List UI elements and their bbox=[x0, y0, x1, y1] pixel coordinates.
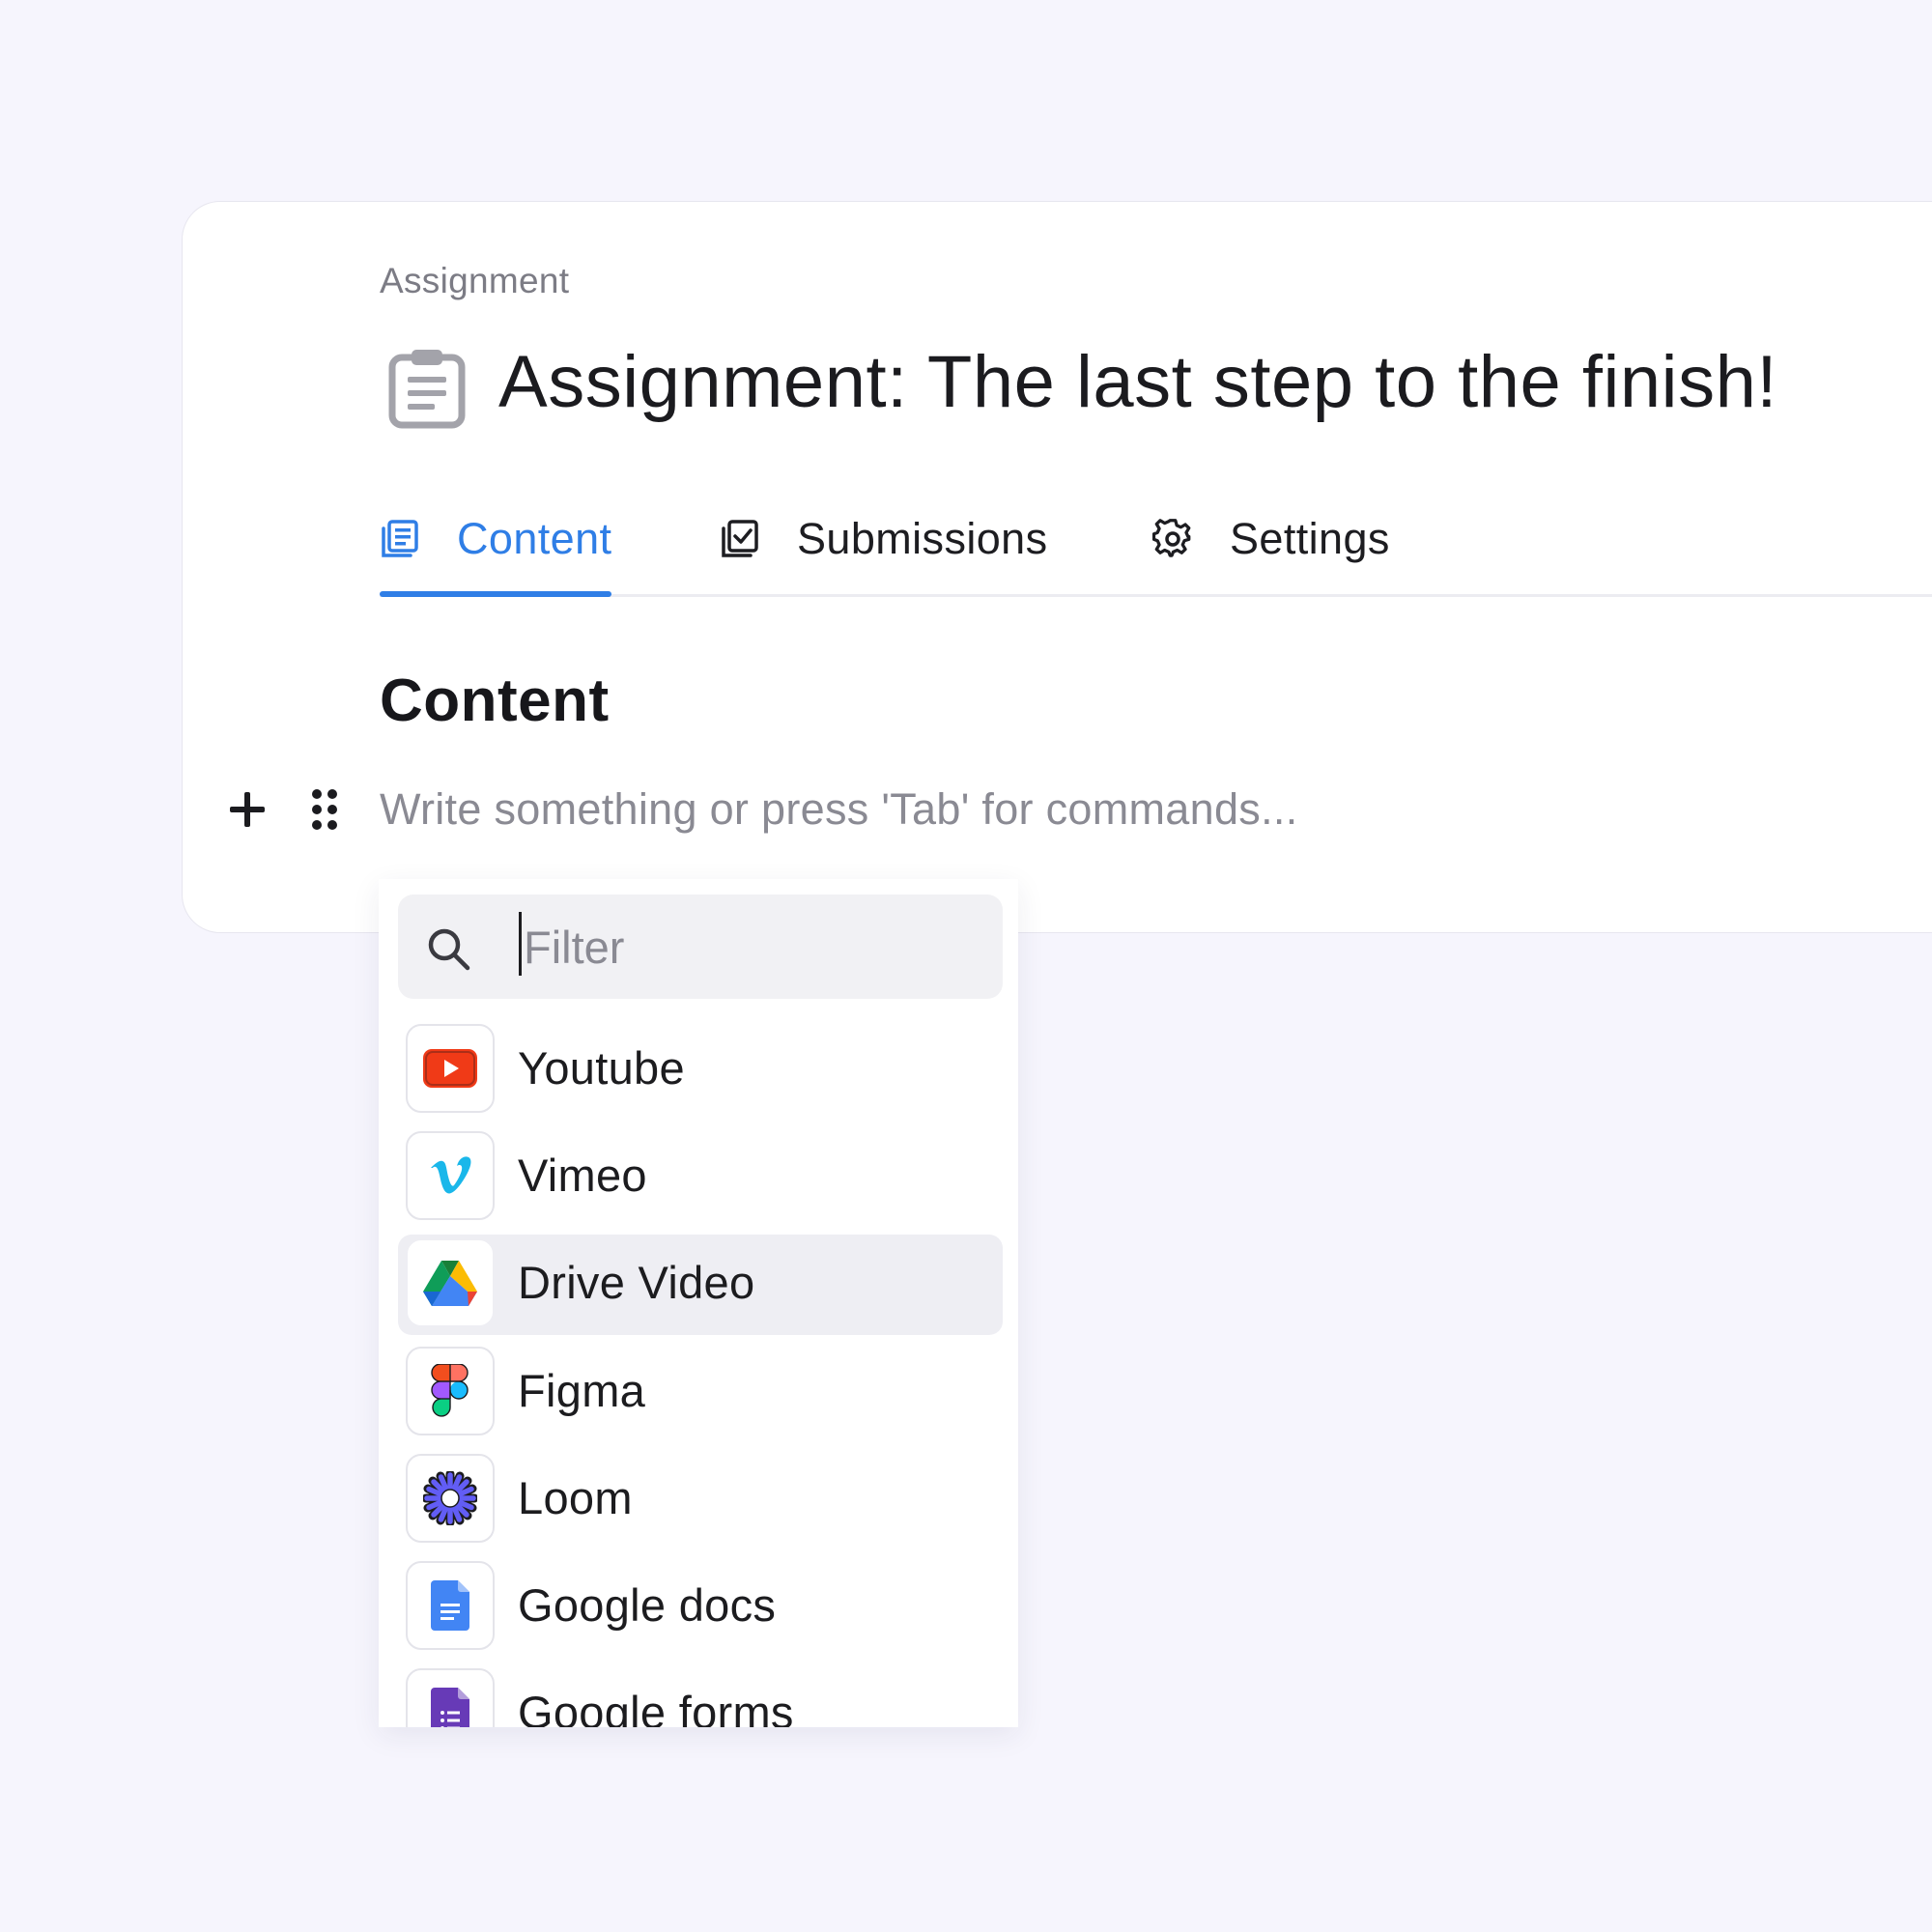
tab-content-label: Content bbox=[457, 513, 612, 563]
gear-icon bbox=[1152, 518, 1191, 557]
youtube-icon bbox=[423, 1049, 477, 1088]
clipboard-icon bbox=[388, 350, 466, 429]
menu-item-label: Youtube bbox=[518, 1042, 685, 1094]
menu-item-vimeo[interactable]: Vimeo bbox=[398, 1127, 1003, 1228]
item-icon-box bbox=[406, 1238, 495, 1327]
item-icon-box bbox=[406, 1024, 495, 1113]
search-icon bbox=[428, 928, 470, 971]
item-icon-box bbox=[406, 1561, 495, 1650]
drag-handle-icon[interactable] bbox=[310, 788, 339, 831]
loom-icon bbox=[423, 1471, 477, 1525]
content-icon bbox=[382, 519, 418, 557]
menu-item-label: Vimeo bbox=[518, 1150, 647, 1201]
item-icon-box bbox=[406, 1454, 495, 1543]
menu-item-google-docs[interactable]: Google docs bbox=[398, 1557, 1003, 1658]
breadcrumb[interactable]: Assignment bbox=[380, 261, 569, 301]
google-drive-icon bbox=[423, 1261, 477, 1306]
menu-item-drive-video[interactable]: Drive Video bbox=[398, 1235, 1003, 1335]
tab-settings[interactable]: Settings bbox=[1152, 483, 1390, 594]
text-caret bbox=[519, 912, 522, 976]
filter-box[interactable] bbox=[398, 895, 1003, 999]
menu-item-label: Drive Video bbox=[518, 1257, 755, 1308]
command-menu: Youtube Vimeo Drive Video bbox=[379, 879, 1018, 1727]
item-icon-box bbox=[406, 1347, 495, 1435]
filter-input[interactable] bbox=[520, 914, 983, 980]
editor-placeholder[interactable]: Write something or press 'Tab' for comma… bbox=[380, 784, 1298, 835]
figma-icon bbox=[431, 1364, 469, 1417]
menu-item-youtube[interactable]: Youtube bbox=[398, 1020, 1003, 1121]
page-title: Assignment: The last step to the finish! bbox=[498, 341, 1777, 423]
section-heading: Content bbox=[380, 668, 610, 734]
google-docs-icon bbox=[431, 1580, 469, 1631]
vimeo-icon bbox=[431, 1156, 471, 1194]
submissions-icon bbox=[722, 519, 758, 557]
menu-item-label: Figma bbox=[518, 1365, 646, 1416]
tab-submissions[interactable]: Submissions bbox=[720, 483, 1048, 594]
menu-item-label: Google forms bbox=[518, 1687, 794, 1727]
menu-item-label: Google docs bbox=[518, 1579, 777, 1631]
menu-item-label: Loom bbox=[518, 1472, 633, 1523]
menu-item-loom[interactable]: Loom bbox=[398, 1450, 1003, 1550]
tab-settings-label: Settings bbox=[1230, 513, 1390, 563]
google-forms-icon bbox=[431, 1688, 469, 1727]
tab-bar: Content Submissions Settings bbox=[380, 483, 1932, 597]
menu-item-google-forms[interactable]: Google forms bbox=[398, 1664, 1003, 1727]
add-block-icon[interactable] bbox=[228, 790, 267, 829]
item-icon-box bbox=[406, 1131, 495, 1220]
tab-submissions-label: Submissions bbox=[797, 513, 1048, 563]
item-icon-box bbox=[406, 1668, 495, 1727]
tab-content[interactable]: Content bbox=[380, 483, 612, 597]
menu-item-figma[interactable]: Figma bbox=[398, 1343, 1003, 1443]
